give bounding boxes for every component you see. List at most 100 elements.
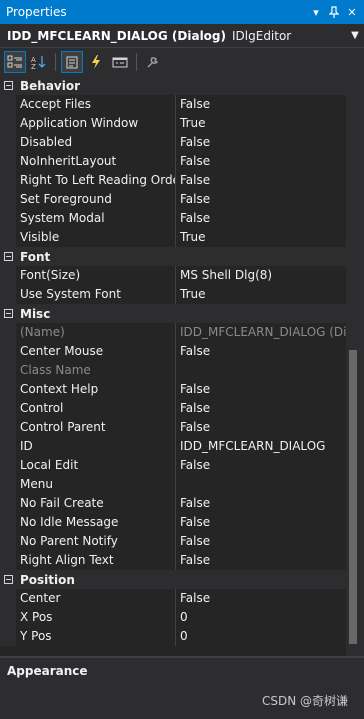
- property-row[interactable]: Control Parent False: [0, 418, 346, 437]
- property-row[interactable]: Set Foreground False: [0, 190, 346, 209]
- property-value[interactable]: False: [176, 589, 346, 608]
- properties-toolbar: AZ: [0, 48, 364, 76]
- property-name: Center: [0, 589, 176, 608]
- property-value[interactable]: False: [176, 532, 346, 551]
- property-value[interactable]: IDD_MFCLEARN_DIALOG (Dia: [176, 323, 346, 342]
- property-value[interactable]: False: [176, 95, 346, 114]
- close-icon[interactable]: ✕: [344, 4, 360, 20]
- category-behavior[interactable]: Behavior: [0, 76, 346, 95]
- property-name: Local Edit: [0, 456, 176, 475]
- property-value[interactable]: True: [176, 285, 346, 304]
- property-value[interactable]: False: [176, 513, 346, 532]
- property-row[interactable]: Font(Size) MS Shell Dlg(8): [0, 266, 346, 285]
- property-row[interactable]: ID IDD_MFCLEARN_DIALOG: [0, 437, 346, 456]
- property-value[interactable]: 0: [176, 608, 346, 627]
- events-icon[interactable]: [85, 51, 107, 73]
- categorized-icon[interactable]: [4, 51, 26, 73]
- property-value[interactable]: [176, 475, 346, 494]
- property-row[interactable]: System Modal False: [0, 209, 346, 228]
- chevron-down-icon[interactable]: ▼: [346, 30, 364, 41]
- property-value[interactable]: IDD_MFCLEARN_DIALOG: [176, 437, 346, 456]
- property-name: Class Name: [0, 361, 176, 380]
- property-row[interactable]: Context Help False: [0, 380, 346, 399]
- property-value[interactable]: False: [176, 494, 346, 513]
- property-value[interactable]: False: [176, 171, 346, 190]
- category-label: Behavior: [20, 78, 81, 93]
- collapse-icon[interactable]: [0, 570, 16, 589]
- dropdown-arrow-icon[interactable]: ▾: [308, 4, 324, 20]
- object-name: IDD_MFCLEARN_DIALOG (Dialog): [7, 28, 226, 43]
- property-value[interactable]: False: [176, 399, 346, 418]
- property-row[interactable]: Disabled False: [0, 133, 346, 152]
- property-row[interactable]: Right Align Text False: [0, 551, 346, 570]
- toolbar-separator: [55, 53, 56, 71]
- property-value[interactable]: False: [176, 551, 346, 570]
- property-value[interactable]: 0: [176, 627, 346, 646]
- property-name: Visible: [0, 228, 176, 247]
- window-title: Properties: [6, 5, 67, 19]
- property-row[interactable]: Application Window True: [0, 114, 346, 133]
- messages-icon[interactable]: [109, 51, 131, 73]
- property-row[interactable]: Right To Left Reading Orde False: [0, 171, 346, 190]
- property-value[interactable]: False: [176, 190, 346, 209]
- property-value[interactable]: True: [176, 114, 346, 133]
- property-row[interactable]: Local Edit False: [0, 456, 346, 475]
- property-name: System Modal: [0, 209, 176, 228]
- alphabetical-icon[interactable]: AZ: [28, 51, 50, 73]
- property-row[interactable]: Use System Font True: [0, 285, 346, 304]
- category-font[interactable]: Font: [0, 247, 346, 266]
- property-name: Set Foreground: [0, 190, 176, 209]
- property-row[interactable]: Center False: [0, 589, 346, 608]
- overrides-icon[interactable]: [142, 51, 164, 73]
- property-value[interactable]: False: [176, 418, 346, 437]
- property-row[interactable]: Accept Files False: [0, 95, 346, 114]
- property-value[interactable]: False: [176, 456, 346, 475]
- category-label: Font: [20, 249, 51, 264]
- scrollbar-thumb[interactable]: [349, 350, 357, 644]
- properties-icon[interactable]: [61, 51, 83, 73]
- property-value[interactable]: False: [176, 342, 346, 361]
- vertical-scrollbar[interactable]: [346, 76, 364, 656]
- property-value[interactable]: False: [176, 209, 346, 228]
- property-name: Control: [0, 399, 176, 418]
- property-row[interactable]: NoInheritLayout False: [0, 152, 346, 171]
- property-value[interactable]: True: [176, 228, 346, 247]
- collapse-icon[interactable]: [0, 76, 16, 95]
- property-row[interactable]: Y Pos 0: [0, 627, 346, 646]
- property-row[interactable]: Control False: [0, 399, 346, 418]
- property-row[interactable]: No Parent Notify False: [0, 532, 346, 551]
- collapse-icon[interactable]: [0, 247, 16, 266]
- property-name: Center Mouse: [0, 342, 176, 361]
- property-value[interactable]: [176, 361, 346, 380]
- property-name: Font(Size): [0, 266, 176, 285]
- property-row[interactable]: Menu: [0, 475, 346, 494]
- property-name: No Parent Notify: [0, 532, 176, 551]
- collapse-icon[interactable]: [0, 304, 16, 323]
- property-name: Context Help: [0, 380, 176, 399]
- property-row[interactable]: Visible True: [0, 228, 346, 247]
- pin-icon[interactable]: [326, 4, 342, 20]
- property-name: ID: [0, 437, 176, 456]
- property-row[interactable]: Center Mouse False: [0, 342, 346, 361]
- property-row[interactable]: Class Name: [0, 361, 346, 380]
- watermark-text: CSDN @奇树谦: [261, 694, 348, 708]
- category-misc[interactable]: Misc: [0, 304, 346, 323]
- property-name: No Idle Message: [0, 513, 176, 532]
- description-title: Appearance: [7, 664, 88, 678]
- category-position[interactable]: Position: [0, 570, 346, 589]
- property-row[interactable]: No Fail Create False: [0, 494, 346, 513]
- property-row[interactable]: No Idle Message False: [0, 513, 346, 532]
- property-value[interactable]: False: [176, 380, 346, 399]
- property-row[interactable]: (Name) IDD_MFCLEARN_DIALOG (Dia: [0, 323, 346, 342]
- property-name: (Name): [0, 323, 176, 342]
- property-value[interactable]: False: [176, 152, 346, 171]
- object-selector[interactable]: IDD_MFCLEARN_DIALOG (Dialog) IDlgEditor …: [0, 24, 364, 48]
- property-value[interactable]: MS Shell Dlg(8): [176, 266, 346, 285]
- property-row[interactable]: X Pos 0: [0, 608, 346, 627]
- category-label: Misc: [20, 306, 51, 321]
- property-name: Menu: [0, 475, 176, 494]
- toolbar-separator: [136, 53, 137, 71]
- description-pane: Appearance CSDN @奇树谦: [0, 656, 364, 719]
- property-name: No Fail Create: [0, 494, 176, 513]
- property-value[interactable]: False: [176, 133, 346, 152]
